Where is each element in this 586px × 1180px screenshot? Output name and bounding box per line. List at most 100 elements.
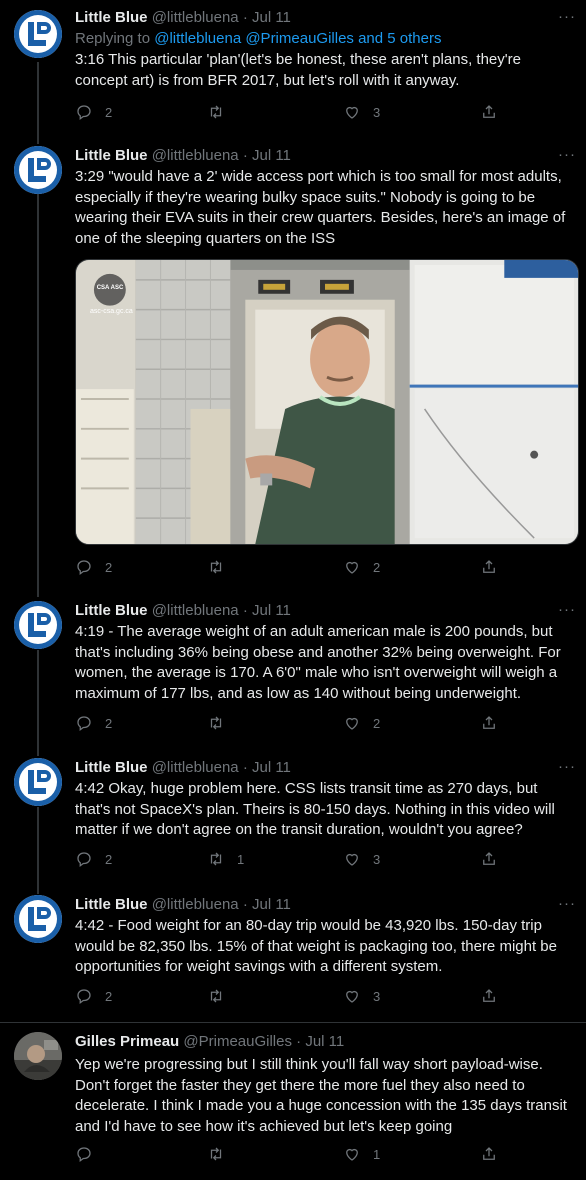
retweet-count: 1 [237, 851, 245, 867]
more-icon[interactable]: ··· [558, 895, 576, 912]
replying-to: Replying to @littlebluena @PrimeauGilles… [75, 29, 441, 49]
retweet-button[interactable] [207, 987, 237, 1005]
retweet-button[interactable] [207, 1145, 237, 1163]
share-button[interactable] [480, 558, 498, 576]
tweet[interactable]: Gilles Primeau @PrimeauGilles · Jul 11 Y… [0, 1032, 586, 1172]
more-icon[interactable]: ··· [558, 601, 576, 618]
timestamp[interactable]: Jul 11 [252, 602, 291, 619]
like-count: 3 [373, 104, 381, 120]
author-name[interactable]: Gilles Primeau [75, 1033, 179, 1050]
like-icon [346, 717, 358, 730]
more-icon[interactable]: ··· [558, 146, 576, 163]
timestamp[interactable]: Jul 11 [305, 1033, 344, 1050]
replying-users-link[interactable]: @littlebluena @PrimeauGilles and 5 other… [154, 30, 441, 47]
author-handle[interactable]: @littlebluena [152, 759, 239, 776]
author-handle[interactable]: @littlebluena [152, 147, 239, 164]
author-handle[interactable]: @littlebluena [152, 9, 239, 26]
tweet-actions: 2 2 [75, 714, 505, 736]
share-button[interactable] [480, 987, 498, 1005]
reply-button[interactable]: 2 [75, 103, 112, 121]
reply-button[interactable]: 2 [75, 850, 112, 868]
like-button[interactable]: 2 [343, 558, 380, 576]
tweet-header: Little Blue @littlebluena · Jul 11 [75, 758, 291, 778]
author-name[interactable]: Little Blue [75, 9, 148, 26]
tweet[interactable]: Little Blue @littlebluena · Jul 11 ··· R… [0, 8, 586, 138]
separator: · [242, 147, 248, 164]
like-button[interactable]: 3 [343, 987, 380, 1005]
reply-button[interactable]: 2 [75, 987, 112, 1005]
tweet-header: Little Blue @littlebluena · Jul 11 [75, 146, 291, 166]
share-button[interactable] [480, 850, 498, 868]
avatar[interactable] [14, 895, 62, 943]
reply-button[interactable]: 2 [75, 714, 112, 732]
avatar[interactable] [14, 10, 62, 58]
tweet[interactable]: Little Blue @littlebluena · Jul 11 ··· 4… [0, 758, 586, 883]
retweet-button[interactable] [207, 103, 237, 121]
share-button[interactable] [480, 103, 498, 121]
share-icon [483, 989, 495, 1002]
like-button[interactable]: 3 [343, 103, 380, 121]
share-button[interactable] [480, 1145, 498, 1163]
avatar[interactable] [14, 758, 62, 806]
little-blue-logo-icon [14, 758, 62, 806]
retweet-icon [210, 105, 222, 119]
separator: · [242, 602, 248, 619]
reply-count: 2 [105, 104, 113, 120]
avatar[interactable] [14, 146, 62, 194]
tweet-actions: 1 [75, 1145, 505, 1167]
like-icon [346, 106, 358, 119]
tweet-text: Yep we're progressing but I still think … [75, 1056, 567, 1135]
like-button[interactable]: 1 [343, 1145, 380, 1163]
retweet-button[interactable] [207, 714, 237, 732]
retweet-button[interactable] [207, 558, 237, 576]
reply-button[interactable]: 2 [75, 558, 112, 576]
share-button[interactable] [480, 714, 498, 732]
like-button[interactable]: 3 [343, 850, 380, 868]
timestamp[interactable]: Jul 11 [252, 759, 291, 776]
like-icon [346, 561, 358, 574]
like-count: 2 [373, 715, 381, 731]
retweet-button[interactable]: 1 [207, 850, 244, 868]
like-count: 3 [373, 988, 381, 1004]
tweet-text: 4:42 - Food weight for an 80-day trip wo… [75, 917, 557, 975]
author-name[interactable]: Little Blue [75, 147, 148, 164]
reply-count: 2 [105, 559, 113, 575]
timestamp[interactable]: Jul 11 [252, 9, 291, 26]
author-handle[interactable]: @PrimeauGilles [183, 1033, 292, 1050]
retweet-icon [210, 716, 222, 730]
like-icon [346, 853, 358, 866]
author-handle[interactable]: @littlebluena [152, 602, 239, 619]
avatar[interactable] [14, 601, 62, 649]
like-icon [346, 1148, 358, 1161]
tweet[interactable]: Little Blue @littlebluena · Jul 11 ··· 4… [0, 895, 586, 1015]
tweet-header: Little Blue @littlebluena · Jul 11 [75, 895, 291, 915]
share-icon [483, 1147, 495, 1160]
timestamp[interactable]: Jul 11 [252, 896, 291, 913]
tweet-header: Little Blue @littlebluena · Jul 11 [75, 601, 291, 621]
separator: · [242, 759, 248, 776]
more-icon[interactable]: ··· [558, 8, 576, 25]
little-blue-logo-icon [14, 146, 62, 194]
reply-icon [77, 989, 91, 1005]
author-name[interactable]: Little Blue [75, 896, 148, 913]
author-handle[interactable]: @littlebluena [152, 896, 239, 913]
separator: · [242, 9, 248, 26]
share-icon [483, 105, 495, 118]
author-name[interactable]: Little Blue [75, 602, 148, 619]
tweet-actions: 2 3 [75, 103, 505, 125]
author-name[interactable]: Little Blue [75, 759, 148, 776]
divider [0, 1022, 586, 1023]
reply-button[interactable] [75, 1145, 105, 1163]
timestamp[interactable]: Jul 11 [252, 147, 291, 164]
tweet-header: Little Blue @littlebluena · Jul 11 [75, 8, 291, 28]
avatar[interactable] [14, 1032, 62, 1080]
tweet-image[interactable]: CSA ASC asc-csa.gc.ca [75, 259, 579, 545]
little-blue-logo-icon [14, 10, 62, 58]
retweet-icon [210, 1147, 222, 1161]
tweet[interactable]: Little Blue @littlebluena · Jul 11 ··· 4… [0, 601, 586, 741]
more-icon[interactable]: ··· [558, 758, 576, 775]
like-button[interactable]: 2 [343, 714, 380, 732]
tweet-actions: 2 3 [75, 987, 505, 1009]
media-watermark: asc-csa.gc.ca [90, 308, 133, 315]
separator: · [296, 1033, 302, 1050]
